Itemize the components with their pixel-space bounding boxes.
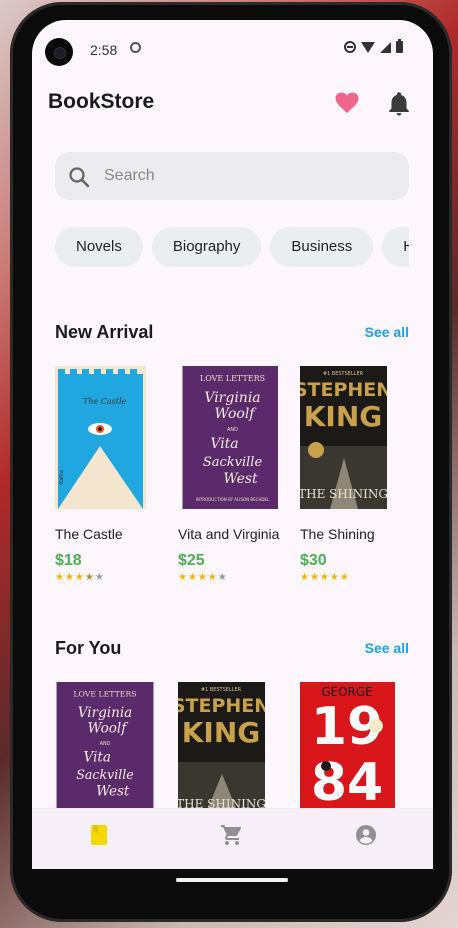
cover-and: AND	[100, 741, 111, 747]
chip-business[interactable]: Business	[270, 227, 374, 267]
search-input[interactable]	[104, 152, 394, 200]
book-title: The Shining	[300, 526, 375, 542]
rating-stars: ★★★★★	[178, 572, 228, 583]
book-icon[interactable]	[87, 823, 111, 847]
cover-foot: INTRODUCTION BY ALISON BECHDEL	[196, 497, 270, 502]
cover-badge: #1 BESTSELLER	[323, 371, 364, 377]
chip-biography[interactable]: Biography	[151, 227, 262, 267]
cover-script-text: The Castle	[83, 397, 127, 406]
for-you-title: For You	[55, 638, 122, 658]
bottom-navigation	[32, 808, 433, 869]
new-arrival-title: New Arrival	[55, 322, 154, 342]
book-price: $25	[178, 552, 205, 569]
camera-cutout	[45, 38, 73, 66]
rating-stars: ★★★★★	[300, 572, 350, 583]
cover-spine-text: Kafka	[59, 470, 65, 484]
bell-icon[interactable]	[388, 92, 410, 116]
cover-line2: Woolf	[88, 720, 130, 736]
for-you-book-shining[interactable]: #1 BESTSELLER STEPHEN KING THE SHINING	[172, 682, 283, 813]
notification-status-icon	[130, 42, 141, 53]
cover-line1: Virginia	[78, 705, 133, 721]
cover-author1: STEPHEN	[300, 379, 387, 401]
book-cover-1984: GEORGE 19 84	[300, 682, 395, 813]
book-title: The Castle	[55, 526, 123, 542]
book-cover-the-shining: #1 BESTSELLER STEPHEN KING THE SHINING	[294, 366, 392, 509]
book-card-vita-and-virginia[interactable]: LOVE LETTERS Virginia Woolf AND Vita Sac…	[178, 366, 283, 583]
cover-title-bottom: 84	[311, 753, 383, 808]
cover-and: AND	[227, 427, 238, 433]
category-chips: Novels Biography Business H	[55, 227, 409, 267]
book-card-the-shining[interactable]: #1 BESTSELLER STEPHEN KING THE SHINING T…	[294, 366, 405, 583]
book-price: $30	[300, 552, 327, 569]
heart-icon[interactable]	[335, 92, 359, 114]
for-you-book-1984[interactable]: GEORGE 19 84	[300, 682, 405, 813]
book-title: Vita and Virginia	[178, 526, 280, 542]
cover-author2: KING	[182, 716, 261, 749]
do-not-disturb-icon	[344, 41, 356, 53]
rating-stars: ★★★★★	[55, 572, 105, 583]
cover-line4: Sackville	[203, 455, 263, 470]
cover-line2: Woolf	[215, 406, 258, 422]
book-cover-vita-and-virginia: LOVE LETTERS Virginia Woolf AND Vita Sac…	[182, 366, 283, 509]
app-screen: 2:58 BookStore NovelsBiographyBusinessH …	[32, 20, 433, 869]
cover-title: THE SHINING	[300, 487, 387, 501]
status-icons	[344, 39, 403, 53]
book-card-the-castle[interactable]: The Castle Kafka The Castle $18 ★★★★★	[55, 366, 160, 583]
book-cover-the-castle: The Castle Kafka	[55, 366, 146, 509]
for-you-see-all[interactable]: See all	[365, 640, 409, 656]
cover-top-text: LOVE LETTERS	[73, 690, 136, 699]
for-you-book-vita[interactable]: LOVE LETTERS Virginia Woolf AND Vita Sac…	[55, 682, 160, 813]
cover-author1: STEPHEN	[178, 695, 265, 717]
cover-author2: KING	[304, 400, 383, 433]
cover-line5: West	[223, 471, 258, 487]
wifi-icon	[361, 41, 375, 53]
signal-icon	[380, 41, 391, 53]
book-cover-vita-and-virginia: LOVE LETTERS Virginia Woolf AND Vita Sac…	[56, 682, 154, 808]
cover-top-text: LOVE LETTERS	[200, 374, 265, 383]
chip-novels[interactable]: Novels	[55, 227, 143, 267]
app-title: BookStore	[48, 90, 155, 113]
battery-icon	[396, 39, 403, 53]
search-bar[interactable]	[55, 152, 409, 200]
cover-line5: West	[96, 783, 130, 799]
cover-badge: #1 BESTSELLER	[201, 687, 242, 693]
cart-icon[interactable]	[220, 823, 244, 847]
profile-icon[interactable]	[354, 823, 378, 847]
cover-title: THE SHINING	[178, 797, 265, 808]
book-cover-the-shining: #1 BESTSELLER STEPHEN KING THE SHINING	[172, 682, 270, 811]
chip-more[interactable]: H	[382, 227, 409, 267]
cover-line1: Virginia	[204, 390, 260, 406]
cover-line4: Sackville	[76, 767, 133, 782]
search-icon	[69, 167, 90, 188]
status-bar: 2:58	[32, 20, 433, 80]
cover-line3: Vita	[84, 749, 111, 765]
book-price: $18	[55, 552, 82, 569]
new-arrival-see-all[interactable]: See all	[365, 324, 409, 340]
cover-line3: Vita	[210, 436, 238, 452]
home-indicator[interactable]	[176, 878, 288, 882]
status-time: 2:58	[90, 42, 118, 58]
